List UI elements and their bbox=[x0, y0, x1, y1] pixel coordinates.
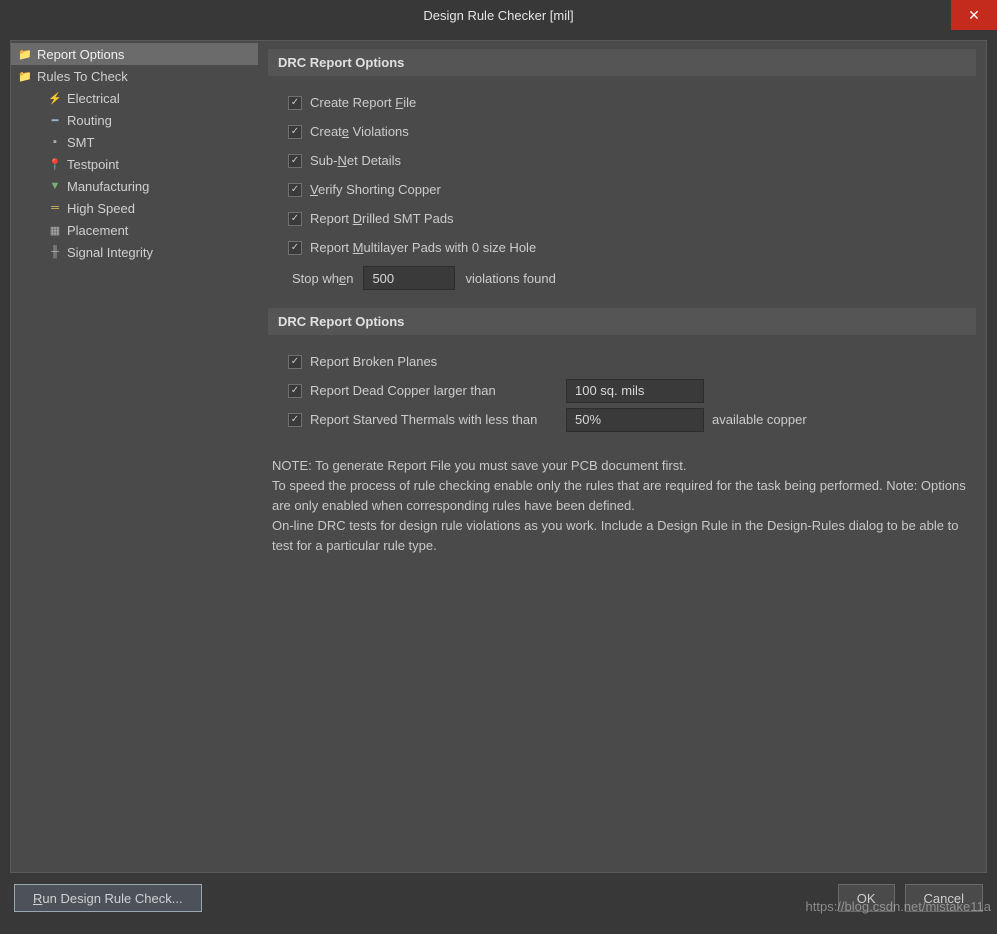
sidebar-item-label: SMT bbox=[67, 135, 94, 150]
label-report-multilayer: Report Multilayer Pads with 0 size Hole bbox=[310, 240, 536, 255]
close-icon: ✕ bbox=[968, 7, 980, 24]
label-report-broken-planes: Report Broken Planes bbox=[310, 354, 437, 369]
sidebar-item-label: Testpoint bbox=[67, 157, 119, 172]
cancel-button[interactable]: Cancel bbox=[905, 884, 983, 912]
checkbox-verify-shorting-copper[interactable] bbox=[288, 183, 302, 197]
label-report-dead-copper: Report Dead Copper larger than bbox=[310, 383, 558, 398]
signal-integrity-icon: ╫ bbox=[47, 244, 63, 260]
manufacturing-icon: ▼ bbox=[47, 178, 63, 194]
sidebar-item-label: Manufacturing bbox=[67, 179, 149, 194]
label-report-starved-thermals: Report Starved Thermals with less than bbox=[310, 412, 558, 427]
section-header-2: DRC Report Options bbox=[268, 308, 976, 335]
input-stop-count[interactable]: 500 bbox=[363, 266, 455, 290]
input-starved-percent[interactable]: 50% bbox=[566, 408, 704, 432]
sidebar-item-manufacturing[interactable]: ▼ Manufacturing bbox=[11, 175, 258, 197]
section-header-1: DRC Report Options bbox=[268, 49, 976, 76]
sidebar-item-label: Placement bbox=[67, 223, 128, 238]
checkbox-report-broken-planes[interactable] bbox=[288, 355, 302, 369]
sidebar-item-label: Routing bbox=[67, 113, 112, 128]
sidebar-item-label: Report Options bbox=[37, 47, 124, 62]
label-stop-when: Stop when bbox=[292, 271, 353, 286]
folder-icon: 📁 bbox=[17, 68, 33, 84]
smt-icon: ▪ bbox=[47, 134, 63, 150]
sidebar-item-rules-to-check[interactable]: 📁 Rules To Check bbox=[11, 65, 258, 87]
note-text: NOTE: To generate Report File you must s… bbox=[268, 442, 976, 556]
placement-icon: ▦ bbox=[47, 222, 63, 238]
note-line-3: On-line DRC tests for design rule violat… bbox=[272, 516, 966, 556]
sidebar-item-placement[interactable]: ▦ Placement bbox=[11, 219, 258, 241]
routing-icon: ━ bbox=[47, 112, 63, 128]
input-dead-copper-size[interactable]: 100 sq. mils bbox=[566, 379, 704, 403]
sidebar-item-label: High Speed bbox=[67, 201, 135, 216]
sidebar-item-label: Signal Integrity bbox=[67, 245, 153, 260]
note-line-1: NOTE: To generate Report File you must s… bbox=[272, 456, 966, 476]
sidebar-item-high-speed[interactable]: ═ High Speed bbox=[11, 197, 258, 219]
close-button[interactable]: ✕ bbox=[951, 0, 997, 30]
checkbox-create-violations[interactable] bbox=[288, 125, 302, 139]
titlebar: Design Rule Checker [mil] ✕ bbox=[0, 0, 997, 30]
dialog-body: 📁 Report Options 📁 Rules To Check ⚡ Elec… bbox=[10, 40, 987, 873]
sidebar-item-smt[interactable]: ▪ SMT bbox=[11, 131, 258, 153]
run-drc-button[interactable]: Run Design Rule Check... bbox=[14, 884, 202, 912]
sidebar-item-report-options[interactable]: 📁 Report Options bbox=[11, 43, 258, 65]
footer: Run Design Rule Check... OK Cancel bbox=[0, 873, 997, 923]
high-speed-icon: ═ bbox=[47, 200, 63, 216]
testpoint-icon: 📍 bbox=[47, 156, 63, 172]
label-report-drilled-smt: Report Drilled SMT Pads bbox=[310, 211, 454, 226]
options-group-2: Report Broken Planes Report Dead Copper … bbox=[268, 335, 976, 442]
checkbox-report-multilayer[interactable] bbox=[288, 241, 302, 255]
sidebar-item-label: Rules To Check bbox=[37, 69, 128, 84]
label-sub-net-details: Sub-Net Details bbox=[310, 153, 401, 168]
sidebar-item-electrical[interactable]: ⚡ Electrical bbox=[11, 87, 258, 109]
label-create-violations: Create Violations bbox=[310, 124, 409, 139]
checkbox-create-report-file[interactable] bbox=[288, 96, 302, 110]
checkbox-report-dead-copper[interactable] bbox=[288, 384, 302, 398]
ok-button[interactable]: OK bbox=[838, 884, 895, 912]
label-verify-shorting-copper: Verify Shorting Copper bbox=[310, 182, 441, 197]
checkbox-report-starved-thermals[interactable] bbox=[288, 413, 302, 427]
sidebar-item-testpoint[interactable]: 📍 Testpoint bbox=[11, 153, 258, 175]
electrical-icon: ⚡ bbox=[47, 90, 63, 106]
sidebar: 📁 Report Options 📁 Rules To Check ⚡ Elec… bbox=[11, 41, 258, 872]
window-title: Design Rule Checker [mil] bbox=[423, 8, 573, 23]
checkbox-report-drilled-smt[interactable] bbox=[288, 212, 302, 226]
label-violations-found: violations found bbox=[465, 271, 555, 286]
checkbox-sub-net-details[interactable] bbox=[288, 154, 302, 168]
note-line-2: To speed the process of rule checking en… bbox=[272, 476, 966, 516]
sidebar-item-signal-integrity[interactable]: ╫ Signal Integrity bbox=[11, 241, 258, 263]
label-create-report-file: Create Report File bbox=[310, 95, 416, 110]
label-available-copper: available copper bbox=[712, 412, 807, 427]
content-panel: DRC Report Options Create Report File Cr… bbox=[258, 41, 986, 872]
folder-icon: 📁 bbox=[17, 46, 33, 62]
sidebar-item-label: Electrical bbox=[67, 91, 120, 106]
options-group-1: Create Report File Create Violations Sub… bbox=[268, 76, 976, 308]
sidebar-item-routing[interactable]: ━ Routing bbox=[11, 109, 258, 131]
